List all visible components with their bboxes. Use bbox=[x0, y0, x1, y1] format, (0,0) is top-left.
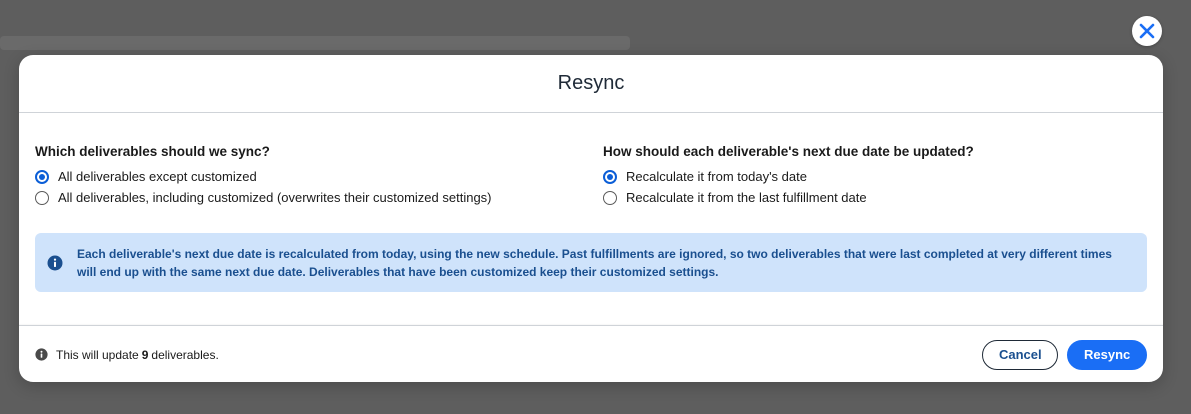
cancel-button[interactable]: Cancel bbox=[982, 339, 1058, 370]
radio-button-selected[interactable] bbox=[603, 169, 617, 184]
radio-label: All deliverables, including customized (… bbox=[58, 190, 492, 205]
dialog-header: Resync bbox=[19, 55, 1163, 113]
sync-scope-question: Which deliverables should we sync? bbox=[35, 144, 270, 159]
note-count: 9 bbox=[141, 347, 149, 362]
note-suffix: deliverables. bbox=[151, 347, 219, 362]
update-count-note: This will update 9 deliverables. bbox=[35, 348, 219, 362]
info-icon bbox=[35, 348, 48, 361]
resync-dialog: Resync Which deliverables should we sync… bbox=[19, 55, 1163, 382]
close-icon bbox=[1139, 23, 1155, 39]
due-date-group: How should each deliverable's next due d… bbox=[603, 144, 974, 208]
close-button[interactable] bbox=[1132, 16, 1162, 46]
sync-scope-option-except-customized[interactable]: All deliverables except customized bbox=[35, 166, 492, 187]
sync-scope-option-including-customized[interactable]: All deliverables, including customized (… bbox=[35, 187, 492, 208]
dialog-footer: This will update 9 deliverables. Cancel … bbox=[19, 326, 1163, 382]
note-prefix: This will update bbox=[56, 347, 139, 362]
radio-label: Recalculate it from today's date bbox=[626, 169, 807, 184]
footer-buttons: Cancel Resync bbox=[982, 339, 1147, 370]
dialog-title: Resync bbox=[557, 72, 625, 94]
due-date-question: How should each deliverable's next due d… bbox=[603, 144, 974, 159]
due-date-option-last-fulfillment[interactable]: Recalculate it from the last fulfillment… bbox=[603, 187, 974, 208]
resync-button[interactable]: Resync bbox=[1067, 339, 1147, 370]
background-page-bar bbox=[0, 36, 630, 50]
radio-label: All deliverables except customized bbox=[58, 169, 257, 184]
radio-button[interactable] bbox=[35, 190, 49, 205]
radio-label: Recalculate it from the last fulfillment… bbox=[626, 190, 867, 205]
sync-scope-group: Which deliverables should we sync? All d… bbox=[35, 144, 492, 208]
info-text: Each deliverable's next due date is reca… bbox=[77, 246, 1112, 279]
info-icon bbox=[47, 255, 63, 271]
info-banner: Each deliverable's next due date is reca… bbox=[35, 233, 1147, 292]
radio-button[interactable] bbox=[603, 190, 617, 205]
dialog-body: Which deliverables should we sync? All d… bbox=[19, 113, 1163, 326]
due-date-option-today[interactable]: Recalculate it from today's date bbox=[603, 166, 974, 187]
radio-button-selected[interactable] bbox=[35, 169, 49, 184]
